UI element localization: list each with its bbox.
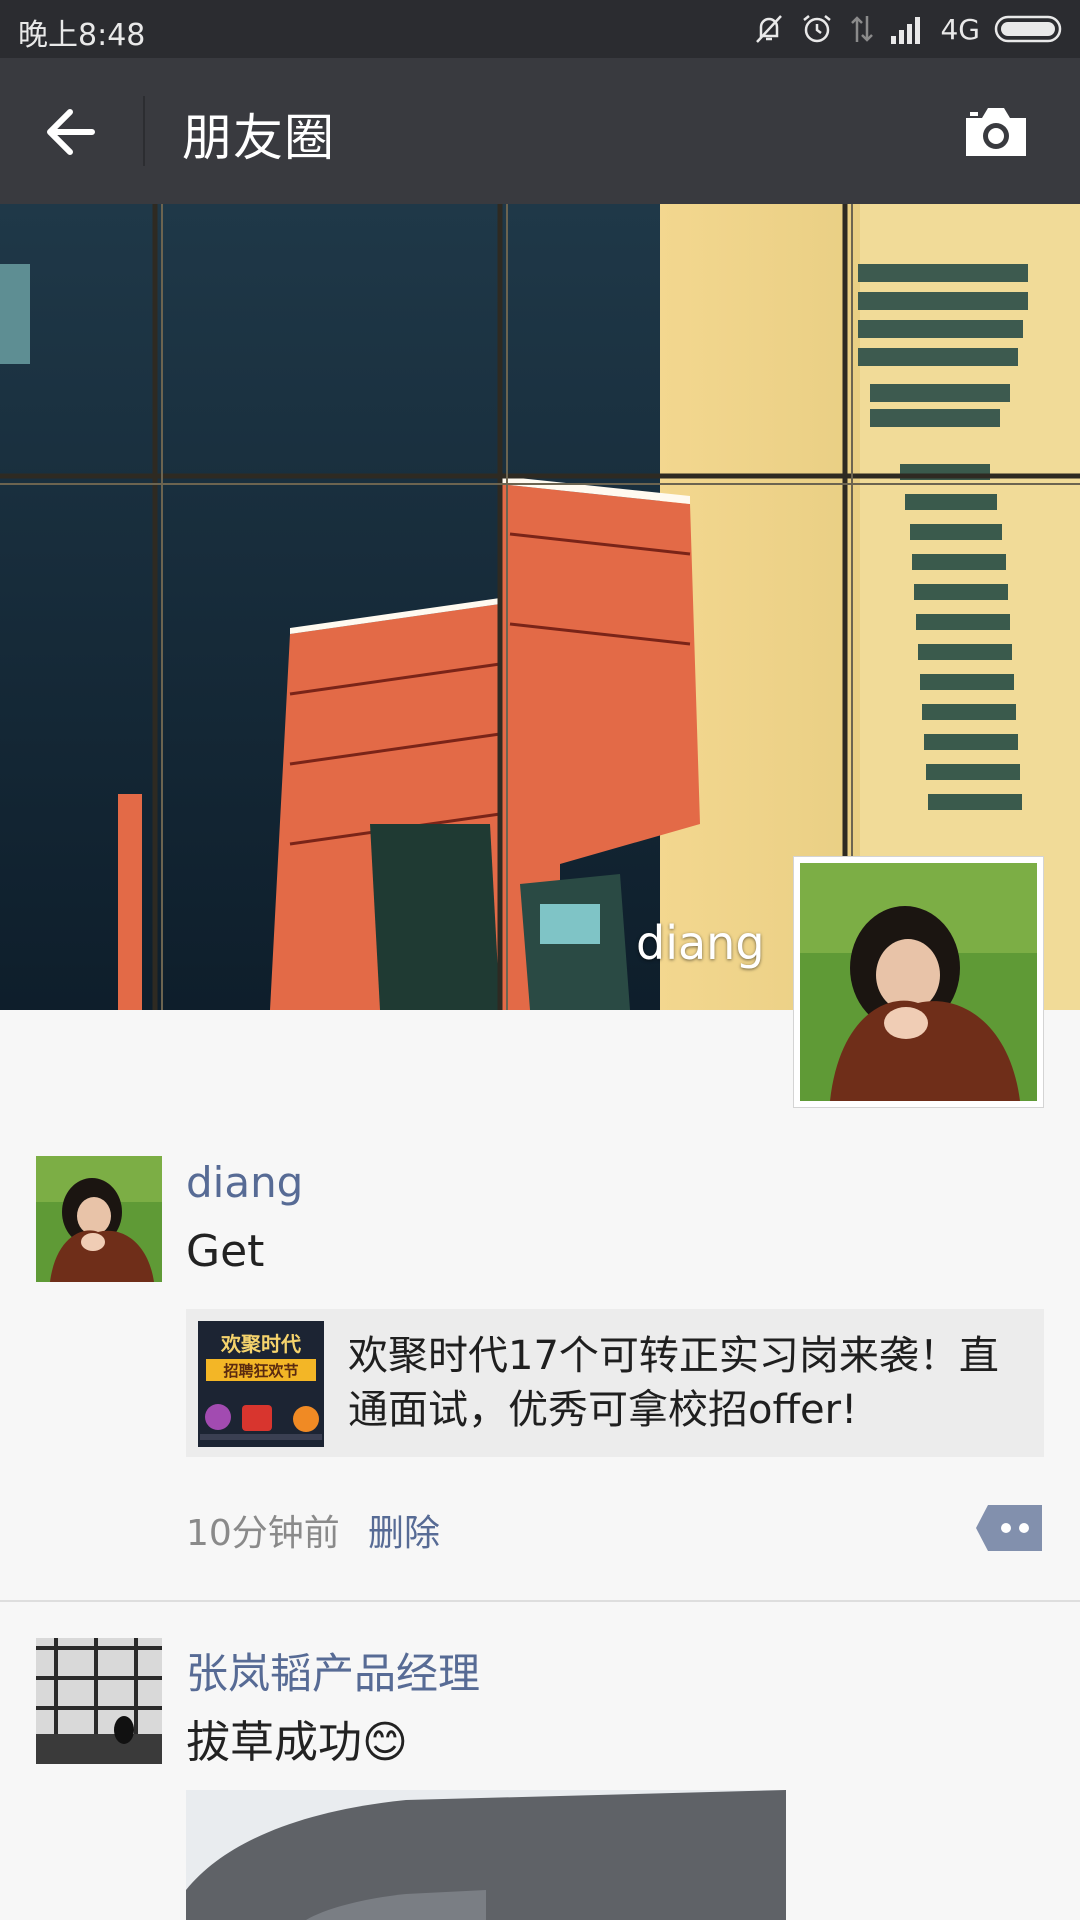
comment-icon [976,1505,1042,1551]
avatar-image [36,1156,162,1282]
link-title: 欢聚时代17个可转正实习岗来袭！直通面试，优秀可拿校招offer! [348,1333,999,1433]
post-text: 拔草成功😊 [186,1717,408,1768]
avatar-image [800,863,1037,1101]
back-button[interactable] [40,102,100,162]
camera-icon [966,108,1026,156]
delete-button[interactable]: 删除 [368,1504,440,1556]
cover-username: diang [636,916,765,970]
post-text: Get [186,1226,265,1277]
comment-button[interactable] [976,1505,1044,1551]
link-thumbnail: 欢聚时代 招聘狂欢节 [198,1321,324,1447]
title-divider [143,96,145,166]
bell-off-icon [752,12,786,46]
battery-icon [994,14,1066,44]
status-time: 晚上8:48 [18,18,146,53]
post-author-name[interactable]: diang [186,1158,303,1207]
thumb-line-1: 欢聚时代 [220,1332,301,1356]
camera-button[interactable] [962,104,1030,160]
alarm-icon [800,12,834,46]
photo-image [186,1790,786,1920]
network-label: 4G [940,12,980,46]
cover-avatar[interactable] [793,856,1044,1108]
avatar-image [36,1638,162,1764]
post-photo[interactable] [186,1790,786,1920]
post-author-name[interactable]: 张岚韬产品经理 [186,1640,480,1701]
signal-icon [890,14,926,44]
post-avatar[interactable] [36,1638,162,1764]
thumb-line-2: 招聘狂欢节 [223,1362,298,1380]
shared-link-card[interactable]: 欢聚时代 招聘狂欢节 欢聚时代17个可转正实习岗来袭！直通面试，优秀可拿校招of… [186,1309,1044,1457]
page-title: 朋友圈 [182,109,335,167]
status-icons: 4G [752,10,1066,48]
post-avatar[interactable] [36,1156,162,1282]
title-bar: 朋友圈 [0,58,1080,204]
post-divider [0,1600,1080,1602]
post-timestamp: 10分钟前 [186,1513,340,1554]
back-arrow-icon [47,109,95,155]
status-bar: 晚上8:48 4G [0,0,1080,58]
data-transfer-icon [848,12,876,46]
